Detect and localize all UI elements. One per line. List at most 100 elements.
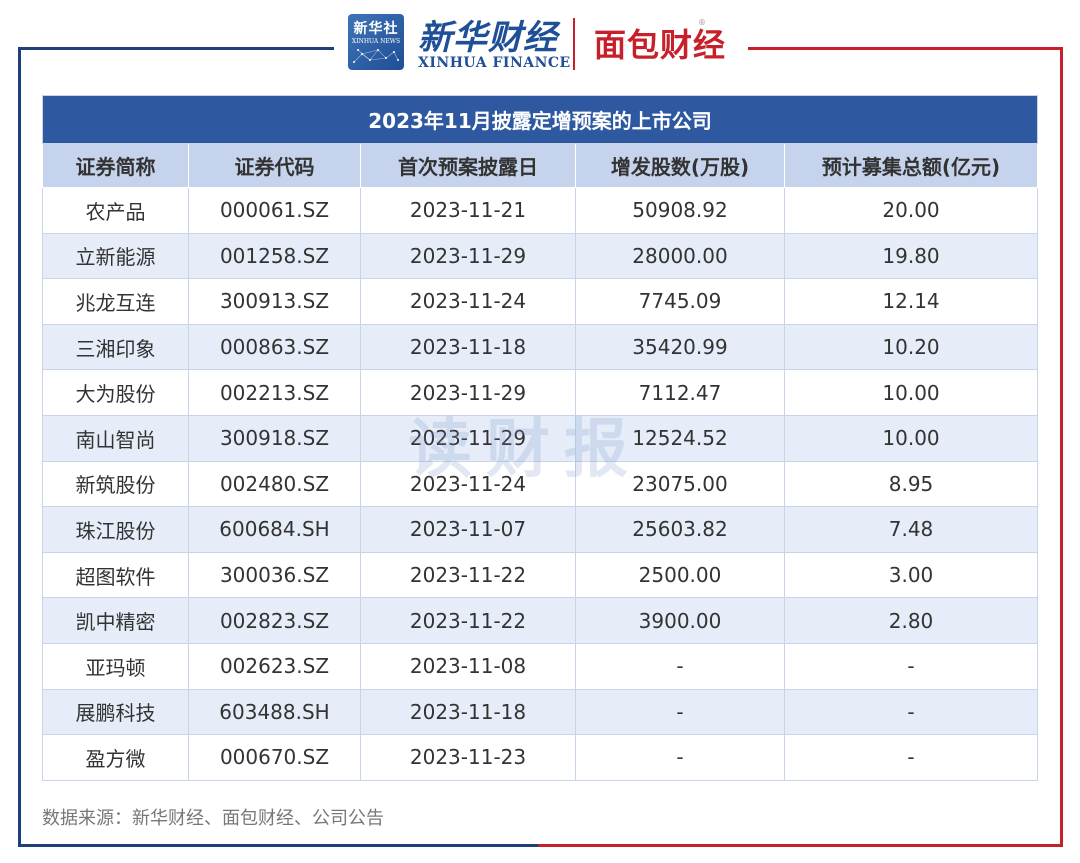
table-cell: 3.00 [783, 551, 1039, 599]
table-cell: 7112.47 [575, 369, 785, 416]
table-cell: 三湘印象 [42, 323, 189, 371]
table-cell: 25603.82 [575, 506, 785, 553]
table-cell: 2023-11-08 [360, 642, 576, 690]
network-icon [353, 49, 399, 63]
table-cell: 2023-11-29 [360, 232, 576, 280]
table-cell: - [575, 688, 785, 736]
table-row: 凯中精密 002823.SZ 2023-11-22 3900.00 2.80 [42, 597, 1039, 644]
column-header: 预计募集总额(亿元) [783, 143, 1039, 188]
table-cell: 大为股份 [42, 369, 189, 416]
table-cell: 2.80 [783, 597, 1039, 644]
frame-line-right [1060, 47, 1063, 847]
table-cell: 2500.00 [575, 551, 785, 599]
frame-line-top-left [18, 47, 334, 50]
table-row: 兆龙互连 300913.SZ 2023-11-24 7745.09 12.14 [42, 278, 1039, 325]
table-cell: 12524.52 [575, 414, 785, 462]
table-cell: 2023-11-22 [360, 551, 576, 599]
table-cell: 002623.SZ [188, 642, 361, 690]
mianbao-finance-logo: 面包财经 [594, 26, 727, 64]
table-cell: 12.14 [783, 278, 1039, 325]
table-cell: 000670.SZ [188, 734, 361, 781]
frame-line-bottom-right [538, 844, 1063, 847]
table-cell: 2023-11-29 [360, 414, 576, 462]
table-cell: 28000.00 [575, 232, 785, 280]
table-cell: 20.00 [783, 187, 1039, 234]
table-cell: 2023-11-23 [360, 734, 576, 781]
table-cell: - [783, 642, 1039, 690]
table-cell: 新筑股份 [42, 460, 189, 508]
table-cell: 亚玛顿 [42, 642, 189, 690]
table-cell: 002480.SZ [188, 460, 361, 508]
table-cell: - [575, 642, 785, 690]
table-cell: 8.95 [783, 460, 1039, 508]
table-cell: - [783, 734, 1039, 781]
column-header: 增发股数(万股) [575, 143, 785, 188]
column-header: 首次预案披露日 [360, 143, 576, 188]
table-cell: 300918.SZ [188, 414, 361, 462]
table-cell: 超图软件 [42, 551, 189, 599]
table-cell: 000863.SZ [188, 323, 361, 371]
table-cell: 盈方微 [42, 734, 189, 781]
frame-line-left [18, 47, 21, 847]
table-cell: 10.20 [783, 323, 1039, 371]
frame-line-bottom-left [18, 844, 538, 847]
table-row: 超图软件 300036.SZ 2023-11-22 2500.00 3.00 [42, 551, 1039, 599]
table-cell: 35420.99 [575, 323, 785, 371]
table-cell: 001258.SZ [188, 232, 361, 280]
table-cell: 珠江股份 [42, 506, 189, 553]
column-header: 证券代码 [188, 143, 361, 188]
table-cell: 2023-11-18 [360, 688, 576, 736]
table-cell: 展鹏科技 [42, 688, 189, 736]
column-header: 证券简称 [42, 143, 189, 188]
data-source-note: 数据来源：新华财经、面包财经、公司公告 [42, 808, 384, 829]
table-cell: 300913.SZ [188, 278, 361, 325]
table-title: 2023年11月披露定增预案的上市公司 [41, 95, 1039, 144]
table-cell: 2023-11-29 [360, 369, 576, 416]
xinhua-news-logo: 新华社 XINHUA NEWS [348, 14, 404, 70]
table-cell: 002213.SZ [188, 369, 361, 416]
xinhua-finance-logo-en: XINHUA FINANCE [418, 55, 571, 71]
table-row: 南山智尚 300918.SZ 2023-11-29 12524.52 10.00 [42, 414, 1039, 462]
registered-mark: ® [698, 18, 706, 27]
table-row: 立新能源 001258.SZ 2023-11-29 28000.00 19.80 [42, 232, 1039, 280]
table-row: 珠江股份 600684.SH 2023-11-07 25603.82 7.48 [42, 506, 1039, 553]
table-cell: 000061.SZ [188, 187, 361, 234]
xinhua-box-en: XINHUA NEWS [351, 38, 401, 45]
table-row: 亚玛顿 002623.SZ 2023-11-08- - [42, 642, 1039, 690]
data-table-container: 2023年11月披露定增预案的上市公司 证券简称 证券代码 首次预案披露日 增发… [41, 95, 1039, 781]
table-header-row: 证券简称 证券代码 首次预案披露日 增发股数(万股) 预计募集总额(亿元) [42, 143, 1039, 188]
table-row: 展鹏科技 603488.SH 2023-11-18- - [42, 688, 1039, 736]
table-cell: 002823.SZ [188, 597, 361, 644]
table-cell: 50908.92 [575, 187, 785, 234]
table-row: 农产品 000061.SZ 2023-11-21 50908.92 20.00 [42, 187, 1039, 234]
table-row: 大为股份 002213.SZ 2023-11-29 7112.47 10.00 [42, 369, 1039, 416]
table-cell: 7745.09 [575, 278, 785, 325]
table-cell: 凯中精密 [42, 597, 189, 644]
table-cell: 603488.SH [188, 688, 361, 736]
table-cell: 立新能源 [42, 232, 189, 280]
table-row: 盈方微 000670.SZ 2023-11-23- - [42, 734, 1039, 781]
data-table: 2023年11月披露定增预案的上市公司 证券简称 证券代码 首次预案披露日 增发… [41, 95, 1039, 781]
table-cell: 农产品 [42, 187, 189, 234]
table-cell: 2023-11-07 [360, 506, 576, 553]
table-cell: 7.48 [783, 506, 1039, 553]
table-cell: 2023-11-21 [360, 187, 576, 234]
table-cell: 600684.SH [188, 506, 361, 553]
table-cell: 19.80 [783, 232, 1039, 280]
xinhua-finance-logo-cn: 新华财经 [418, 18, 558, 58]
table-row: 三湘印象 000863.SZ 2023-11-18 35420.99 10.20 [42, 323, 1039, 371]
table-cell: 2023-11-24 [360, 278, 576, 325]
frame-line-top-right [748, 47, 1063, 50]
table-cell: 兆龙互连 [42, 278, 189, 325]
table-cell: 2023-11-22 [360, 597, 576, 644]
table-cell: 10.00 [783, 369, 1039, 416]
table-cell: 2023-11-24 [360, 460, 576, 508]
table-cell: 南山智尚 [42, 414, 189, 462]
table-cell: - [575, 734, 785, 781]
table-cell: 3900.00 [575, 597, 785, 644]
table-row: 新筑股份 002480.SZ 2023-11-24 23075.00 8.95 [42, 460, 1039, 508]
xinhua-box-cn: 新华社 [353, 21, 399, 37]
table-cell: 10.00 [783, 414, 1039, 462]
table-cell: 300036.SZ [188, 551, 361, 599]
logo-divider [573, 18, 575, 70]
